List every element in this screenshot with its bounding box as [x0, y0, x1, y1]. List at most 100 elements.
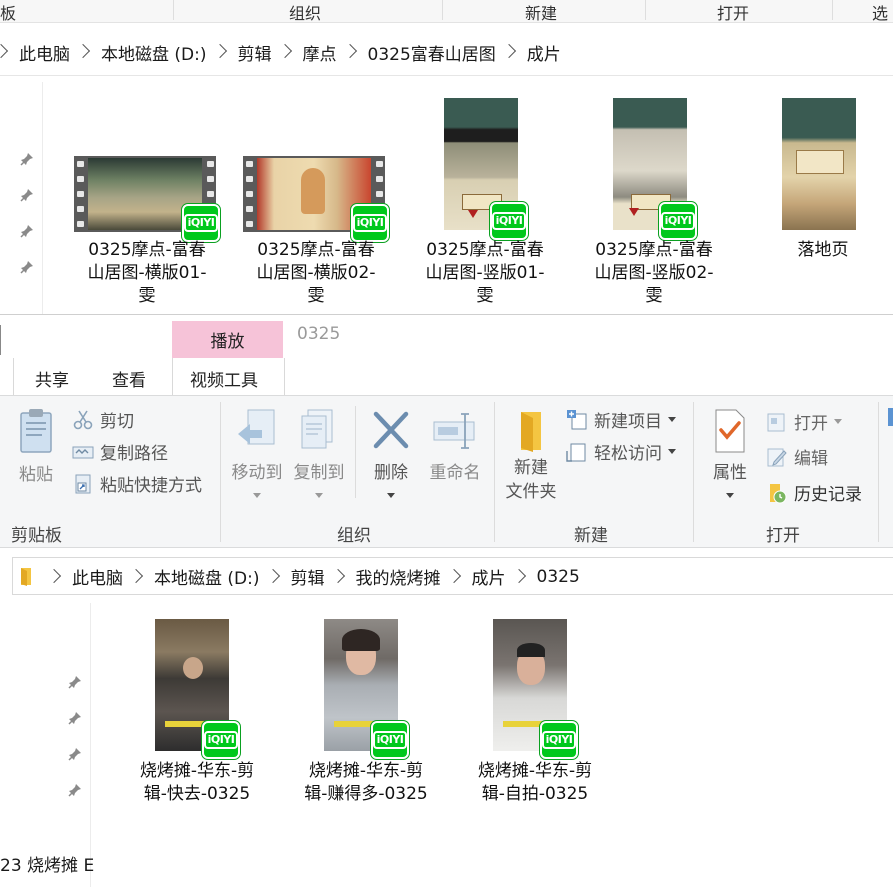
file-name: 雯	[645, 286, 663, 306]
file-name: 烧烤摊-华东-剪	[308, 761, 424, 781]
edit-button[interactable]: 编辑	[766, 444, 828, 469]
iqiyi-badge-icon: iQIYI	[659, 202, 697, 240]
group-label-open: 打开	[766, 526, 800, 546]
new-folder-button[interactable]: 新建 文件夹	[502, 408, 560, 508]
paste-button[interactable]: 粘贴	[14, 408, 58, 488]
scissors-icon	[73, 410, 93, 429]
breadcrumb-jianji[interactable]: 剪辑	[238, 40, 272, 65]
easy-access-icon	[566, 443, 586, 462]
delete-button[interactable]: 删除	[364, 408, 418, 498]
rename-icon	[433, 413, 475, 449]
cut-button[interactable]: 剪切	[72, 407, 134, 432]
file-item-image[interactable]: 落地页	[748, 96, 893, 314]
paste-shortcut-icon	[75, 474, 91, 493]
breadcrumb-chengpian[interactable]: 成片	[527, 40, 561, 65]
tab-video-tools[interactable]: 视频工具	[190, 366, 258, 391]
file-name: 落地页	[797, 240, 849, 260]
new-item-icon	[567, 409, 587, 429]
file-name: 烧烤摊-华东-剪	[139, 761, 255, 781]
file-item-video[interactable]: iQIYI 0325摩点-富春 山居图-横版02- 雯	[241, 96, 391, 314]
image-thumbnail	[782, 98, 856, 230]
chevron-right-icon	[277, 43, 292, 59]
ribbon-group-label-strip: 板 组织 新建 打开 选	[0, 0, 893, 23]
chevron-right-icon	[501, 43, 516, 59]
copy-path-button[interactable]: 复制路径	[72, 439, 168, 464]
tab-view[interactable]: 查看	[112, 366, 146, 391]
file-name: 雯	[307, 286, 325, 306]
group-label-select: 选	[872, 4, 889, 23]
breadcrumb-this-pc[interactable]: 此电脑	[72, 564, 123, 589]
file-name: 0325摩点-富春	[426, 240, 544, 260]
group-label-organize: 组织	[337, 526, 371, 546]
rename-label: 重命名	[429, 463, 481, 483]
breadcrumb-drive-d[interactable]: 本地磁盘 (D:)	[101, 40, 207, 65]
breadcrumb-jianji[interactable]: 剪辑	[291, 564, 325, 589]
select-all-icon[interactable]	[888, 408, 893, 426]
address-bar[interactable]: 此电脑 本地磁盘 (D:) 剪辑 摩点 0325富春山居图 成片	[0, 40, 561, 65]
move-to-label: 移动到	[231, 463, 283, 483]
paste-shortcut-button[interactable]: 粘贴快捷方式	[72, 471, 202, 496]
file-name: 雯	[138, 286, 156, 306]
group-label-clipboard: 剪贴板	[11, 526, 62, 546]
pin-icon	[20, 188, 34, 202]
rename-button[interactable]: 重命名	[424, 408, 486, 498]
chevron-right-icon	[212, 43, 227, 59]
nav-item-partial[interactable]: 23 烧烤摊 E	[0, 851, 94, 876]
file-name: 山居图-横版01-	[87, 263, 207, 283]
file-item-video[interactable]: iQIYI 0325摩点-富春 山居图-竖版01- 雯	[410, 96, 560, 314]
copy-path-icon	[72, 446, 94, 458]
history-label: 历史记录	[794, 485, 862, 505]
file-item-video[interactable]: iQIYI 0325摩点-富春 山居图-竖版02- 雯	[579, 96, 729, 314]
ribbon-tab-row: 0325 播放 共享 查看 视频工具	[0, 315, 893, 396]
copy-to-label: 复制到	[293, 463, 345, 483]
copy-to-button[interactable]: 复制到	[290, 408, 348, 498]
easy-access-button[interactable]: 轻松访问	[566, 439, 676, 464]
foreground-explorer-window: 0325 播放 共享 查看 视频工具 粘贴 剪切 复制路径 粘贴快捷方式 剪贴板…	[0, 314, 893, 887]
file-name: 山居图-横版02-	[256, 263, 376, 283]
navigation-pane[interactable]: 23 烧烤摊 E	[0, 603, 94, 887]
paste-label: 粘贴	[19, 465, 53, 485]
chevron-right-icon	[0, 43, 9, 59]
properties-button[interactable]: 属性	[701, 408, 759, 508]
properties-label: 属性	[713, 463, 747, 483]
file-name: 辑-赚得多-0325	[304, 784, 428, 804]
pin-icon	[68, 747, 82, 761]
context-tab-group-play: 播放	[172, 321, 283, 358]
properties-checkmark-icon	[715, 409, 745, 453]
chevron-right-icon	[342, 43, 357, 59]
file-item-video[interactable]: iQIYI 0325摩点-富春 山居图-横版01- 雯	[72, 96, 222, 314]
file-name: 辑-快去-0325	[143, 784, 251, 804]
navigation-pane[interactable]	[0, 82, 43, 314]
breadcrumb-this-pc[interactable]: 此电脑	[19, 40, 70, 65]
breadcrumb-0325[interactable]: 0325	[537, 567, 580, 587]
file-name: 烧烤摊-华东-剪	[477, 761, 593, 781]
file-name: 辑-自拍-0325	[481, 784, 589, 804]
iqiyi-badge-icon: iQIYI	[371, 721, 409, 759]
new-item-button[interactable]: 新建项目	[566, 407, 676, 432]
history-button[interactable]: 历史记录	[766, 480, 862, 505]
cut-label: 剪切	[100, 412, 134, 432]
breadcrumb-shaokaotan[interactable]: 我的烧烤摊	[356, 564, 441, 589]
address-bar[interactable]: 此电脑 本地磁盘 (D:) 剪辑 我的烧烤摊 成片 0325	[12, 557, 893, 595]
ribbon: 粘贴 剪切 复制路径 粘贴快捷方式 剪贴板 移动到 复制到 删除 重命名 组织 …	[0, 395, 893, 548]
copy-path-label: 复制路径	[100, 444, 168, 464]
move-to-button[interactable]: 移动到	[228, 408, 286, 498]
clipboard-icon	[20, 409, 52, 453]
file-item-video[interactable]: iQIYI 烧烤摊-华东-剪 辑-自拍-0325	[460, 615, 610, 815]
breadcrumb-fuchun[interactable]: 0325富春山居图	[368, 40, 496, 65]
file-item-video[interactable]: iQIYI 烧烤摊-华东-剪 辑-赚得多-0325	[291, 615, 441, 815]
pin-icon	[68, 783, 82, 797]
group-label-new: 新建	[574, 526, 608, 546]
iqiyi-badge-icon: iQIYI	[351, 204, 389, 242]
breadcrumb-chengpian[interactable]: 成片	[472, 564, 506, 589]
group-label-new: 新建	[525, 4, 558, 23]
delete-x-icon	[373, 411, 409, 449]
edit-pencil-icon	[767, 448, 787, 466]
open-label: 打开	[794, 414, 828, 434]
file-item-video[interactable]: iQIYI 烧烤摊-华东-剪 辑-快去-0325	[122, 615, 272, 815]
breadcrumb-modian[interactable]: 摩点	[303, 40, 337, 65]
open-button[interactable]: 打开	[766, 409, 842, 434]
tab-share[interactable]: 共享	[35, 366, 69, 391]
breadcrumb-drive-d[interactable]: 本地磁盘 (D:)	[154, 564, 260, 589]
file-name: 0325摩点-富春	[595, 240, 713, 260]
